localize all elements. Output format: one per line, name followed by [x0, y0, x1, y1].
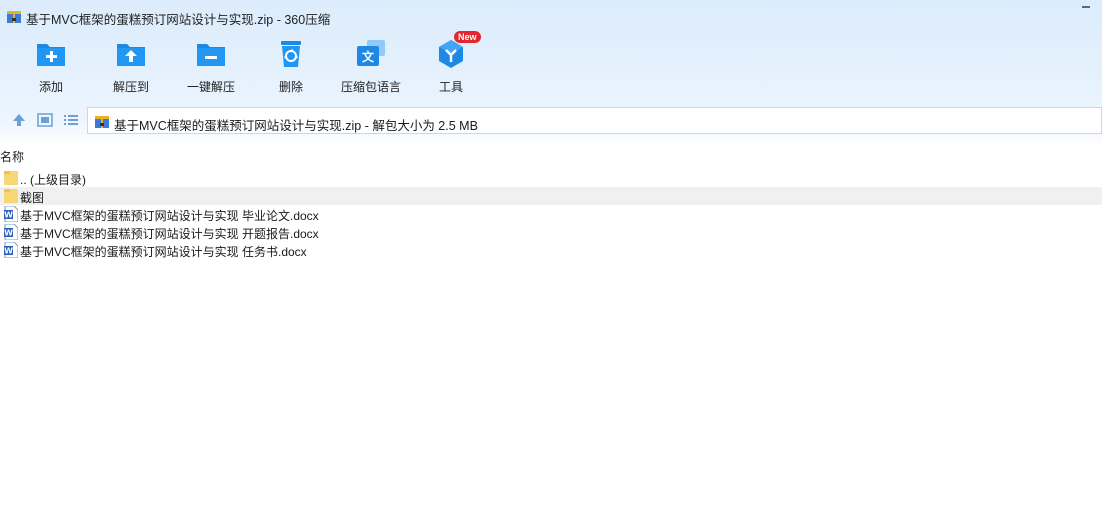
list-item-folder[interactable]: 截图 [0, 187, 1102, 205]
list-item-file[interactable]: W 基于MVC框架的蛋糕预订网站设计与实现 任务书.docx [0, 241, 1102, 259]
svg-text:W: W [4, 247, 13, 256]
address-path: 基于MVC框架的蛋糕预订网站设计与实现.zip - 解包大小为 2.5 MB [114, 119, 478, 133]
add-button[interactable]: 添加 [11, 38, 91, 98]
address-row: 基于MVC框架的蛋糕预订网站设计与实现.zip - 解包大小为 2.5 MB [0, 104, 1102, 136]
zip-file-icon [95, 116, 109, 128]
archive-language-icon: 文 [357, 40, 385, 66]
word-document-icon: W [4, 224, 18, 240]
thumbnail-view-icon[interactable] [37, 112, 53, 128]
list-item-file[interactable]: W 基于MVC框架的蛋糕预订网站设计与实现 开题报告.docx [0, 223, 1102, 241]
archive-language-button[interactable]: 文 压缩包语言 [331, 38, 411, 98]
tools-button[interactable]: 工具 [411, 38, 491, 98]
extract-to-button[interactable]: 解压到 [91, 38, 171, 98]
list-item-label: .. (上级目录) [20, 173, 86, 187]
tools-label: 工具 [438, 80, 463, 94]
title-bar: 基于MVC框架的蛋糕预订网站设计与实现.zip - 360压缩 [0, 0, 1102, 32]
svg-text:文: 文 [362, 49, 375, 64]
one-click-extract-icon [197, 44, 225, 66]
add-folder-icon [37, 44, 65, 66]
delete-icon [281, 41, 301, 67]
list-view-icon[interactable] [63, 112, 79, 128]
delete-label: 删除 [278, 80, 303, 94]
extract-to-icon [117, 44, 145, 66]
list-item-parent-dir[interactable]: .. (上级目录) [0, 169, 1102, 187]
word-document-icon: W [4, 242, 18, 258]
file-list: .. (上级目录) 截图 W 基于MVC框架的蛋糕预订网站设计与实现 毕业论文.… [0, 169, 1102, 259]
main-toolbar: 添加 解压到 一键解压 删除 文 压缩包语言 工具 New [0, 31, 1102, 100]
one-click-extract-button[interactable]: 一键解压 [171, 38, 251, 98]
minimize-button[interactable] [1078, 0, 1096, 14]
list-item-label: 基于MVC框架的蛋糕预订网站设计与实现 毕业论文.docx [20, 209, 319, 223]
app-window: 基于MVC框架的蛋糕预订网站设计与实现.zip - 360压缩 添加 解压到 一… [0, 0, 1102, 511]
one-click-extract-label: 一键解压 [186, 80, 235, 94]
add-label: 添加 [38, 80, 63, 94]
folder-icon [4, 189, 18, 203]
svg-text:W: W [4, 211, 13, 220]
list-item-label: 基于MVC框架的蛋糕预订网站设计与实现 任务书.docx [20, 245, 307, 259]
address-bar[interactable]: 基于MVC框架的蛋糕预订网站设计与实现.zip - 解包大小为 2.5 MB [87, 107, 1102, 134]
window-title: 基于MVC框架的蛋糕预订网站设计与实现.zip - 360压缩 [26, 13, 331, 27]
column-header-name[interactable]: 名称 [0, 148, 24, 165]
delete-button[interactable]: 删除 [251, 38, 331, 98]
word-document-icon: W [4, 206, 18, 222]
svg-text:W: W [4, 229, 13, 238]
up-level-icon[interactable] [11, 112, 27, 128]
extract-to-label: 解压到 [112, 80, 149, 94]
archive-app-icon [7, 11, 21, 23]
new-badge: New [454, 31, 481, 43]
list-item-label: 基于MVC框架的蛋糕预订网站设计与实现 开题报告.docx [20, 227, 319, 241]
list-item-file[interactable]: W 基于MVC框架的蛋糕预订网站设计与实现 毕业论文.docx [0, 205, 1102, 223]
archive-language-label: 压缩包语言 [340, 80, 401, 94]
list-item-label: 截图 [20, 191, 45, 205]
folder-icon [4, 171, 18, 185]
